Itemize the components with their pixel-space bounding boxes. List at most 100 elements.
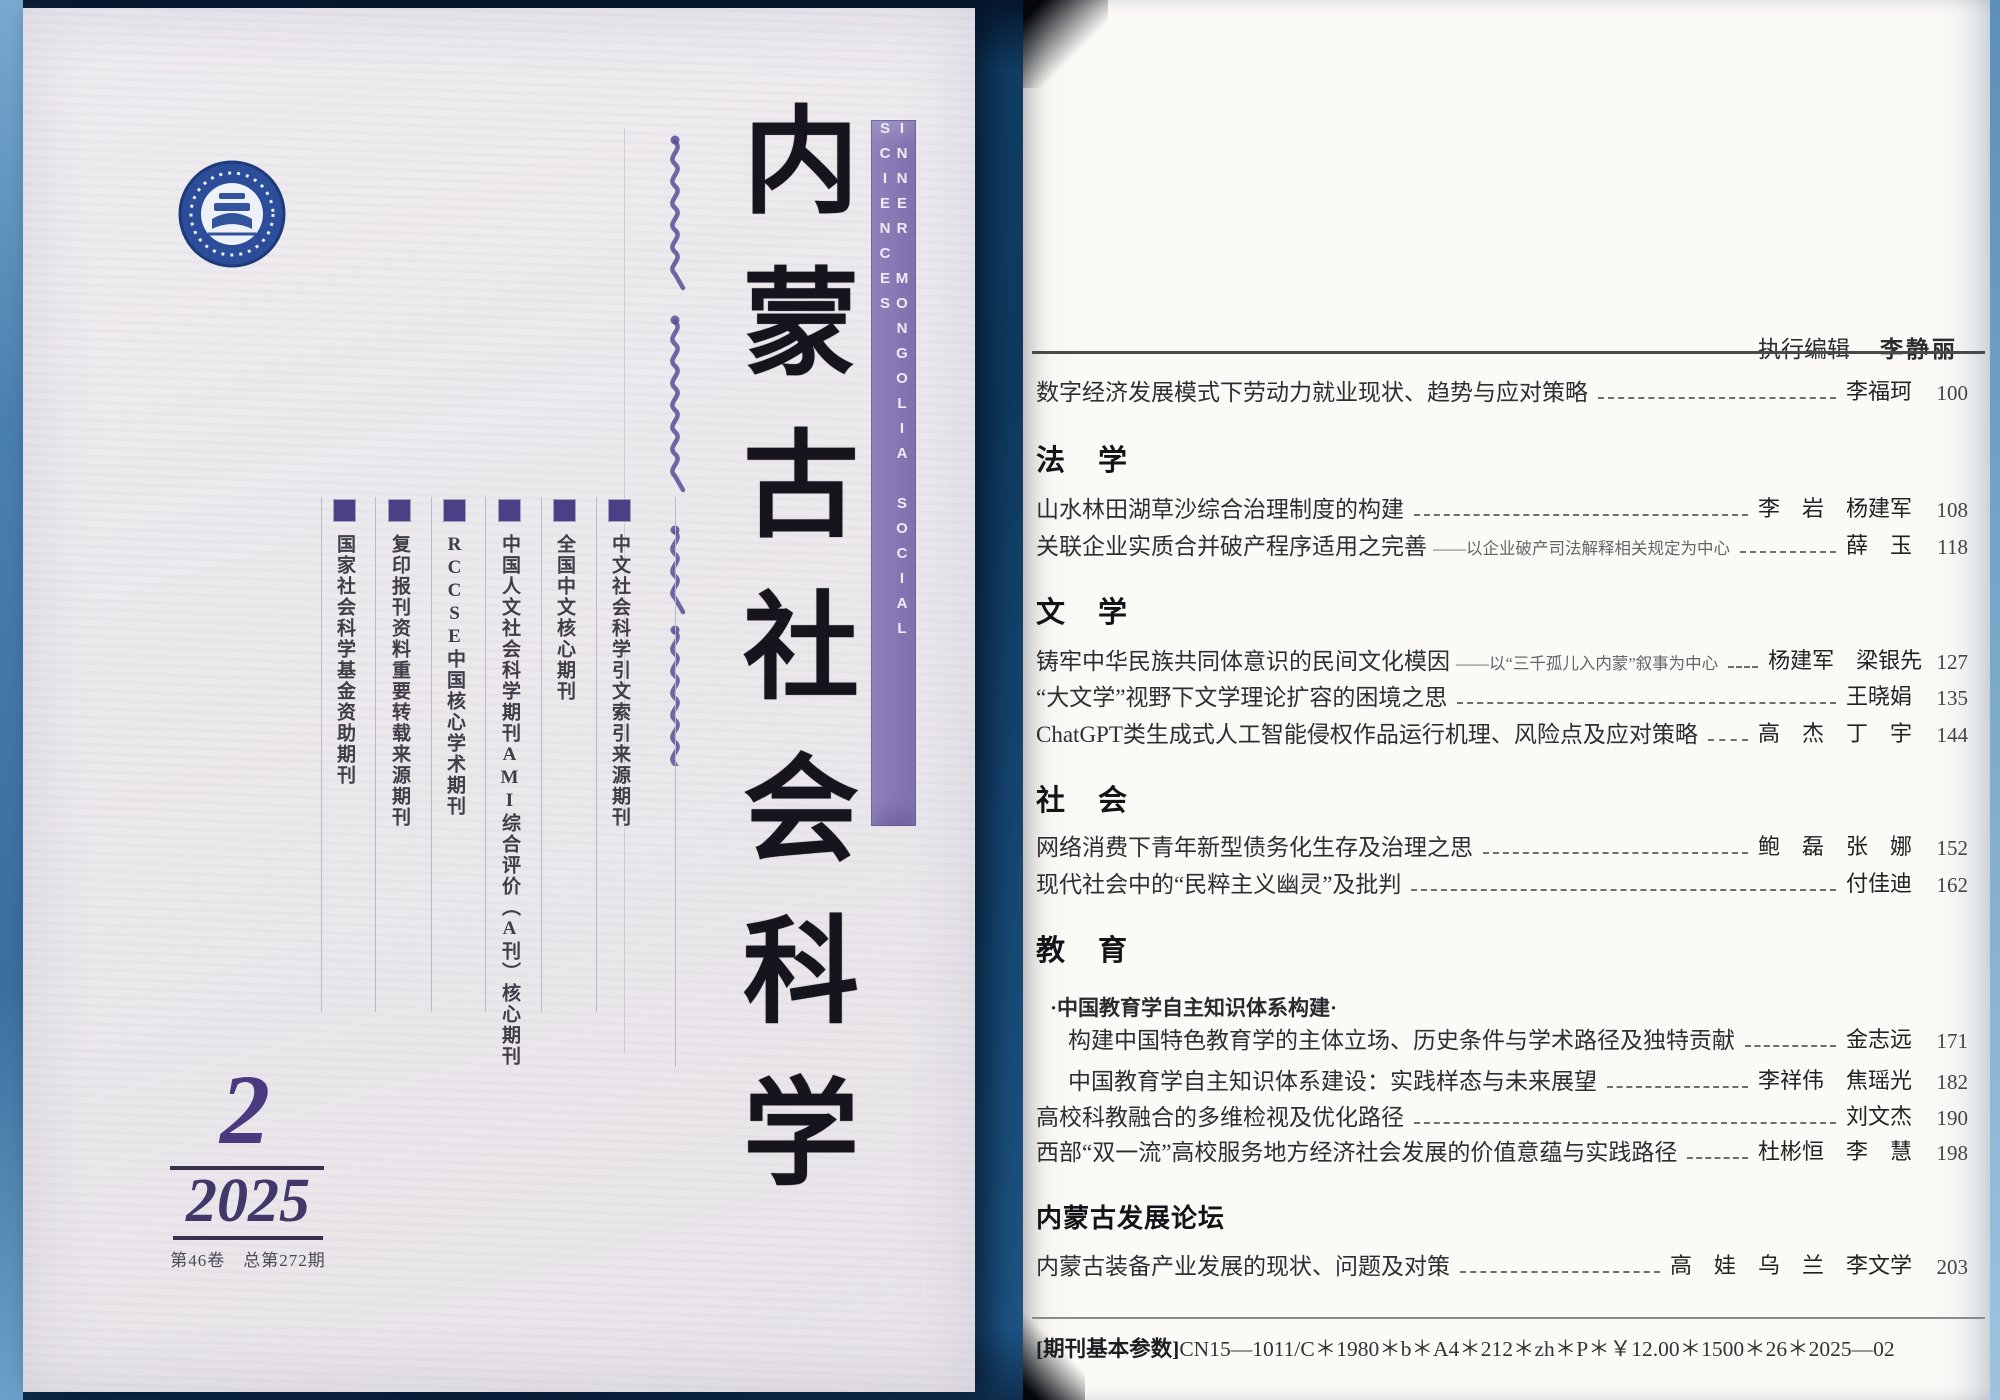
dot-leader [1414, 1122, 1836, 1124]
toc-section-header: 法 学 [1036, 437, 1129, 479]
dot-leader [1460, 1271, 1660, 1273]
toc-entry-page: 100 [1912, 381, 1968, 406]
toc-entry: 西部“双一流”高校服务地方经济社会发展的价值意蕴与实践路径杜彬恒 李 慧198 [1036, 1133, 1968, 1167]
toc-entry-page: 152 [1912, 836, 1968, 861]
honor-item: 中文社会科学引文索引来源期刊 [608, 534, 630, 1394]
toc-bottom-rule [1032, 1317, 1985, 1319]
toc-entry-title: 网络消费下青年新型债务化生存及治理之思 [1036, 828, 1473, 862]
honor-bullet [444, 500, 465, 521]
journal-seal-icon [156, 133, 286, 273]
page-corner-shadow-top [1023, 0, 1108, 88]
toc-entry: 构建中国特色教育学的主体立场、历史条件与学术路径及独特贡献 金志远171 [1068, 1021, 1968, 1055]
journal-title-cn: 内蒙古社会科学 [723, 100, 855, 1234]
screenshot-root: 内蒙古社会科学 INNER MONGOLIA SOCIAL SCIENCES 中… [0, 0, 2000, 1400]
toc-entry-title: 中国教育学自主知识体系建设：实践样态与未来展望 [1068, 1062, 1597, 1096]
honor-separator-line [375, 497, 376, 1012]
toc-entry-authors: 李福珂 [1846, 374, 1912, 406]
toc-entry-page: 203 [1912, 1255, 1968, 1280]
honor-item: RCCSE中国核心学术期刊 [443, 534, 465, 1394]
toc-top-rule [1032, 351, 1985, 354]
toc-entry-authors: 李祥伟 焦瑶光 [1758, 1063, 1912, 1095]
journal-params-label: [期刊基本参数] [1036, 1337, 1179, 1361]
toc-entry-title: 数字经济发展模式下劳动力就业现状、趋势与应对策略 [1036, 373, 1588, 407]
toc-entry: 内蒙古装备产业发展的现状、问题及对策 高 娃 乌 兰 李文学203 [1036, 1247, 1968, 1281]
journal-params-line: [期刊基本参数]CN15—1011/C＊1980＊b＊A4＊212＊zh＊P＊￥… [1036, 1332, 1968, 1363]
honor-bullet [334, 500, 355, 521]
toc-entry-page: 190 [1912, 1106, 1968, 1131]
toc-entry-page: 144 [1912, 723, 1968, 748]
toc-entry-page: 182 [1912, 1070, 1968, 1095]
toc-entry: 中国教育学自主知识体系建设：实践样态与未来展望 李祥伟 焦瑶光182 [1068, 1062, 1968, 1096]
dot-leader [1457, 702, 1836, 704]
dot-leader [1607, 1086, 1748, 1088]
toc-entry: “大文学”视野下文学理论扩容的困境之思 王晓娟135 [1036, 678, 1968, 712]
toc-entry: 网络消费下青年新型债务化生存及治理之思 鲍 磊 张 娜152 [1036, 828, 1968, 862]
toc-entry-authors: 付佳迪 [1846, 866, 1912, 898]
toc-entry-authors: 薛 玉 [1846, 528, 1912, 560]
right-border-band [1990, 0, 2000, 1400]
toc-entry-authors: 鲍 磊 张 娜 [1758, 829, 1912, 861]
toc-entry-authors: 刘文杰 [1846, 1099, 1912, 1131]
toc-entry-title: 山水林田湖草沙综合治理制度的构建 [1036, 490, 1404, 524]
toc-entry-title: ChatGPT类生成式人工智能侵权作品运行机理、风险点及应对策略 [1036, 715, 1698, 749]
toc-entry-page: 162 [1912, 873, 1968, 898]
toc-entry: 高校科教融合的多维检视及优化路径 刘文杰190 [1036, 1098, 1968, 1132]
toc-entry-authors: 金志远 [1846, 1022, 1912, 1054]
toc-entry-authors: 杜彬恒 李 慧 [1758, 1134, 1912, 1166]
dot-leader [1740, 551, 1836, 553]
toc-entry: 山水林田湖草沙综合治理制度的构建 李 岩 杨建军108 [1036, 490, 1968, 524]
toc-entry-title: 铸牢中华民族共同体意识的民间文化模因 [1036, 642, 1450, 676]
toc-entry: 铸牢中华民族共同体意识的民间文化模因——以“三千孤儿入内蒙”叙事为中心杨建军 梁… [1036, 642, 1968, 676]
toc-entry: 数字经济发展模式下劳动力就业现状、趋势与应对策略 李福珂100 [1036, 373, 1968, 407]
journal-title-en: INNER MONGOLIA SOCIAL SCIENCES [877, 120, 911, 826]
honor-item: 全国中文核心期刊 [553, 534, 575, 1394]
honor-bullet [499, 500, 520, 521]
toc-entry: ChatGPT类生成式人工智能侵权作品运行机理、风险点及应对策略 高 杰 丁 宇1… [1036, 715, 1968, 749]
toc-entry-title: 高校科教融合的多维检视及优化路径 [1036, 1098, 1404, 1132]
left-border-band [0, 0, 23, 1400]
toc-entry-title: 内蒙古装备产业发展的现状、问题及对策 [1036, 1247, 1450, 1281]
toc-entry: 关联企业实质合并破产程序适用之完善——以企业破产司法解释相关规定为中心 薛 玉11… [1036, 527, 1968, 561]
dot-leader [1745, 1045, 1836, 1047]
journal-title-banner: INNER MONGOLIA SOCIAL SCIENCES [871, 120, 916, 826]
toc-forum-header: 内蒙古发展论坛 [1036, 1198, 1225, 1235]
honor-bullet [554, 500, 575, 521]
toc-entry-authors: 李 岩 杨建军 [1758, 491, 1912, 523]
toc-entry-authors: 高 杰 丁 宇 [1758, 716, 1912, 748]
toc-entry-page: 135 [1912, 686, 1968, 711]
toc-entry-page: 118 [1912, 535, 1968, 560]
toc-entry-title: 关联企业实质合并破产程序适用之完善 [1036, 527, 1427, 561]
toc-entry-title: 构建中国特色教育学的主体立场、历史条件与学术路径及独特贡献 [1068, 1021, 1735, 1055]
toc-section-header: 文 学 [1036, 589, 1129, 631]
toc-entry-title: 现代社会中的“民粹主义幽灵”及批判 [1036, 865, 1401, 899]
toc-entry-title: “大文学”视野下文学理论扩容的困境之思 [1036, 678, 1447, 712]
toc-entry-page: 108 [1912, 498, 1968, 523]
toc-entry-authors: 高 娃 乌 兰 李文学 [1670, 1248, 1912, 1280]
honor-separator-line [541, 497, 542, 1012]
toc-entry-subtitle: ——以“三千孤儿入内蒙”叙事为中心 [1456, 650, 1718, 674]
journal-params-value: CN15—1011/C＊1980＊b＊A4＊212＊zh＊P＊￥12.00＊15… [1179, 1337, 1894, 1361]
toc-entry-subtitle: ——以企业破产司法解释相关规定为中心 [1433, 535, 1730, 559]
honor-separator-line [596, 497, 597, 1012]
honor-separator-line [321, 497, 322, 1012]
issue-year: 2025 [145, 1170, 351, 1232]
toc-entry-page: 171 [1912, 1029, 1968, 1054]
honor-item: 中国人文社会科学期刊AMI综合评价（A刊）核心期刊 [498, 534, 520, 1394]
toc-entry-page: 198 [1912, 1141, 1968, 1166]
honor-separator-line [431, 497, 432, 1012]
dot-leader [1414, 514, 1748, 516]
toc-entry: 现代社会中的“民粹主义幽灵”及批判 付佳迪162 [1036, 865, 1968, 899]
toc-section-header: 社 会 [1036, 777, 1129, 819]
toc-section-header: 教 育 [1036, 927, 1129, 969]
dot-leader [1687, 1157, 1748, 1159]
honor-bullet [389, 500, 410, 521]
dot-leader [1708, 739, 1748, 741]
honor-separator-line [675, 497, 676, 1067]
honor-item: 复印报刊资料重要转载来源期刊 [388, 534, 410, 1394]
journal-cover: 内蒙古社会科学 INNER MONGOLIA SOCIAL SCIENCES 中… [23, 8, 975, 1392]
executive-editor-label: 执行编辑 [1758, 337, 1850, 362]
dot-leader [1728, 666, 1758, 668]
toc-entry-authors: 王晓娟 [1846, 679, 1912, 711]
volume-line: 第46卷 总第272期 [141, 1246, 355, 1271]
dot-leader [1483, 852, 1748, 854]
